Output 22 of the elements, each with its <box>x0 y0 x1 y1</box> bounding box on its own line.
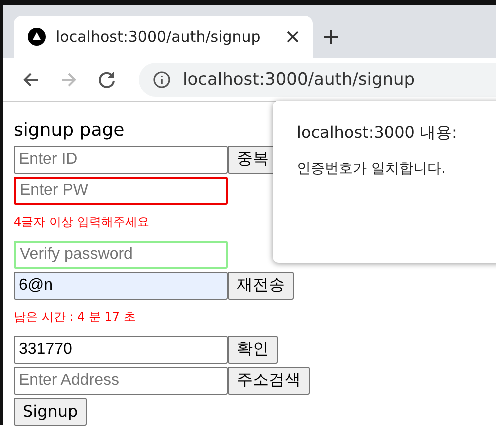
input-field[interactable]: Enter PW <box>14 176 228 204</box>
dialog-message: 인증번호가 일치합니다. <box>297 160 447 178</box>
close-icon[interactable] <box>287 31 299 43</box>
input-field[interactable]: Enter Address <box>14 366 228 394</box>
new-tab-icon[interactable] <box>323 29 339 45</box>
info-icon[interactable] <box>153 70 171 88</box>
signup-button[interactable]: Signup <box>14 398 88 426</box>
input-field[interactable]: 331770 <box>14 336 228 364</box>
action-button[interactable]: 재전송 <box>228 272 294 300</box>
validation-message: 4글자 이상 입력해주세요 <box>14 214 150 231</box>
browser-tab[interactable]: localhost:3000/auth/signup <box>14 16 313 58</box>
validation-message: 남은 시간 : 4 분 17 초 <box>14 309 136 326</box>
dialog-title: localhost:3000 내용: <box>297 123 458 144</box>
reload-icon[interactable] <box>97 70 117 90</box>
action-button[interactable]: 확인 <box>228 336 278 364</box>
address-bar[interactable]: localhost:3000/auth/signup <box>139 62 496 96</box>
input-field[interactable]: 6@n <box>14 272 228 300</box>
input-field[interactable]: Enter ID <box>14 146 228 174</box>
triangle-logo-icon <box>28 28 46 46</box>
action-button[interactable]: 주소검색 <box>228 366 310 394</box>
tab-title: localhost:3000/auth/signup <box>56 28 262 46</box>
page-heading: signup page <box>14 120 125 141</box>
